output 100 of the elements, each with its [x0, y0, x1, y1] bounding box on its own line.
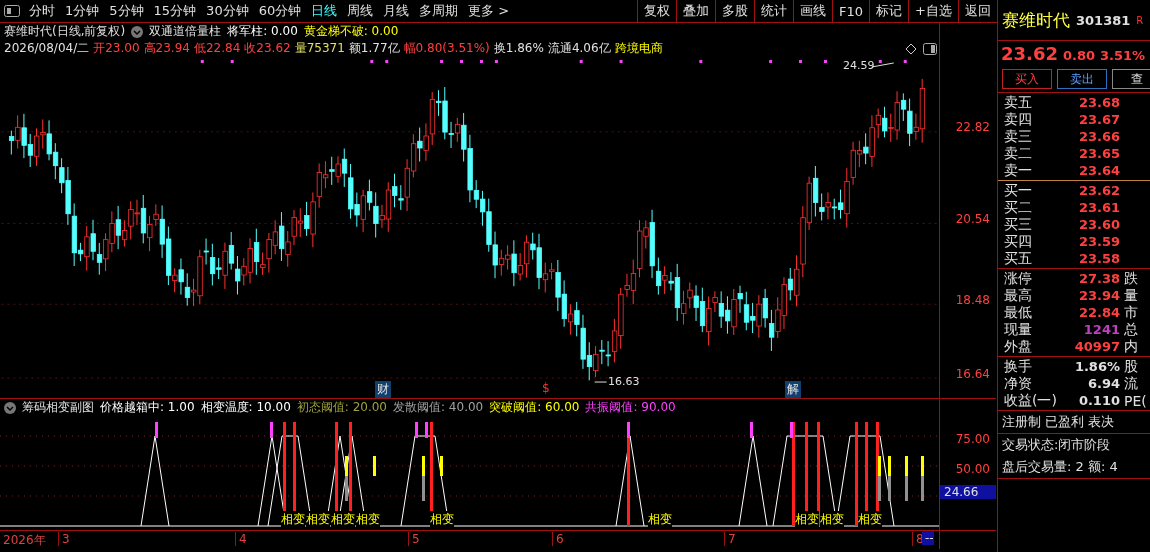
- trading-status: 交易状态:闭市阶段: [1001, 436, 1112, 454]
- period-tab[interactable]: 5分钟: [104, 2, 149, 20]
- ask-label: 卖五: [1004, 93, 1033, 112]
- month-label: 6: [552, 532, 564, 546]
- indicator-param: 相变温度: 10.00: [200, 399, 291, 416]
- panel-toggle-icon[interactable]: [923, 43, 937, 55]
- event-mark[interactable]: $: [540, 381, 552, 395]
- resonance-bar: [790, 422, 793, 438]
- stat-value: 40997: [1073, 339, 1120, 354]
- signal-label: 相变: [281, 511, 305, 528]
- toolbar-button[interactable]: 统计: [754, 0, 794, 22]
- resonance-bar: [155, 422, 158, 438]
- registration-mark: R: [1136, 14, 1144, 26]
- period-tab[interactable]: 月线: [378, 2, 415, 20]
- bid-price: 23.58: [1077, 251, 1120, 266]
- period-tab[interactable]: 60分钟: [253, 2, 307, 20]
- resonance-bar: [415, 422, 418, 438]
- diamond-icon[interactable]: [905, 43, 917, 55]
- period-tab[interactable]: 周线: [342, 2, 379, 20]
- signal-label: 相变: [858, 511, 882, 528]
- last-price: 23.62: [1001, 43, 1058, 64]
- stat-label: 总: [1124, 320, 1138, 339]
- event-mark[interactable]: 财: [375, 381, 391, 398]
- threshold-bar: [373, 456, 376, 476]
- toolbar-button[interactable]: 多股: [715, 0, 755, 22]
- sub-chart-title: 筹码相变副图: [22, 399, 94, 416]
- period-tab[interactable]: 1分钟: [60, 2, 105, 20]
- event-mark[interactable]: 解: [785, 381, 801, 398]
- stat-value: 23.94: [1077, 288, 1120, 303]
- toolbar-button[interactable]: F10: [832, 0, 870, 22]
- stat-label: 外盘: [1004, 337, 1033, 356]
- ask-price: 23.67: [1077, 112, 1120, 127]
- price-axis-label: 18.48: [955, 293, 990, 307]
- stat-label: 最低: [1004, 303, 1033, 322]
- month-label: 4: [235, 532, 247, 546]
- month-label: 5: [408, 532, 420, 546]
- month-label: 7: [724, 532, 736, 546]
- period-tab[interactable]: 15分钟: [148, 2, 202, 20]
- period-tab[interactable]: 日线: [306, 2, 343, 20]
- ask-price: 23.65: [1077, 146, 1120, 161]
- indicator-param: 发散阈值: 40.00: [393, 399, 484, 416]
- stat-label: 现量: [1004, 320, 1033, 339]
- after-hours-volume: 盘后交易量: 2 额: 4: [998, 456, 1150, 479]
- stat-label: 量: [1124, 286, 1138, 305]
- trade-button[interactable]: 卖出: [1057, 69, 1107, 89]
- bid-price: 23.60: [1077, 217, 1120, 232]
- period-tab[interactable]: 30分钟: [201, 2, 254, 20]
- indicator-param: 共振阈值: 90.00: [585, 399, 676, 416]
- resonance-bar: [627, 422, 630, 438]
- stat-value: 1.86%: [1073, 359, 1120, 374]
- price-axis-label: 16.64: [955, 367, 990, 381]
- bid-label: 买一: [1004, 181, 1033, 200]
- indicator-param: 黄金梯不破: 0.00: [303, 23, 399, 40]
- stat-label: 净资: [1004, 374, 1033, 393]
- high-price-label: 24.59: [843, 59, 875, 72]
- stat-label: 换手: [1004, 357, 1033, 376]
- indicator-name: 双通道倍量柱: [149, 23, 222, 40]
- bid-price: 23.61: [1077, 200, 1120, 215]
- period-tab[interactable]: 多周期: [414, 2, 464, 20]
- quote-field: 流通4.06亿: [547, 40, 611, 57]
- current-value-label: 24.66: [940, 485, 996, 499]
- sub-axis-label: 75.00: [955, 432, 990, 446]
- dropdown-icon[interactable]: [4, 401, 16, 414]
- toolbar-button[interactable]: 画线: [793, 0, 833, 22]
- toolbar-button[interactable]: 返回: [958, 0, 997, 22]
- ask-label: 卖四: [1004, 110, 1033, 129]
- ask-label: 卖三: [1004, 127, 1033, 146]
- stock-tags: 注册制 已盈利 表决: [998, 411, 1150, 434]
- stat-label: 最高: [1004, 286, 1033, 305]
- threshold-bar: [422, 456, 425, 501]
- trade-button[interactable]: 查: [1112, 69, 1150, 89]
- indicator-param: 价格越箱中: 1.00: [100, 399, 195, 416]
- toolbar-button[interactable]: +自选: [908, 0, 958, 22]
- threshold-bar: [888, 456, 891, 501]
- quote-field: 换1.86%: [493, 40, 544, 57]
- stock-code: 301381: [1076, 12, 1131, 28]
- period-tab[interactable]: 更多 >: [463, 2, 515, 20]
- dropdown-icon[interactable]: [131, 25, 144, 38]
- signal-label: 相变: [648, 511, 672, 528]
- bid-price: 23.62: [1077, 183, 1120, 198]
- stat-value: 6.94: [1086, 376, 1120, 391]
- price-axis-label: 20.54: [955, 212, 990, 226]
- year-label: 2026年: [2, 532, 46, 549]
- toolbar-button[interactable]: 复权: [637, 0, 677, 22]
- ask-price: 23.68: [1077, 95, 1120, 110]
- bid-label: 买二: [1004, 198, 1033, 217]
- ask-price: 23.64: [1077, 163, 1120, 178]
- trade-button[interactable]: 买入: [1002, 69, 1052, 89]
- stat-label: 市: [1124, 303, 1138, 322]
- panel-toggle-icon[interactable]: [4, 5, 20, 17]
- toolbar-button[interactable]: 标记: [869, 0, 909, 22]
- indicator-param: 初态阈值: 20.00: [296, 399, 387, 416]
- toolbar-button[interactable]: 叠加: [676, 0, 716, 22]
- threshold-bar: [440, 456, 443, 476]
- period-tab[interactable]: 分时: [24, 2, 60, 20]
- ask-label: 卖一: [1004, 161, 1033, 180]
- bid-label: 买四: [1004, 232, 1033, 251]
- sector-tag: 跨境电商: [614, 40, 663, 57]
- sub-axis-label: 50.00: [955, 462, 990, 476]
- chart-title: 赛维时代(日线,前复权): [4, 23, 126, 40]
